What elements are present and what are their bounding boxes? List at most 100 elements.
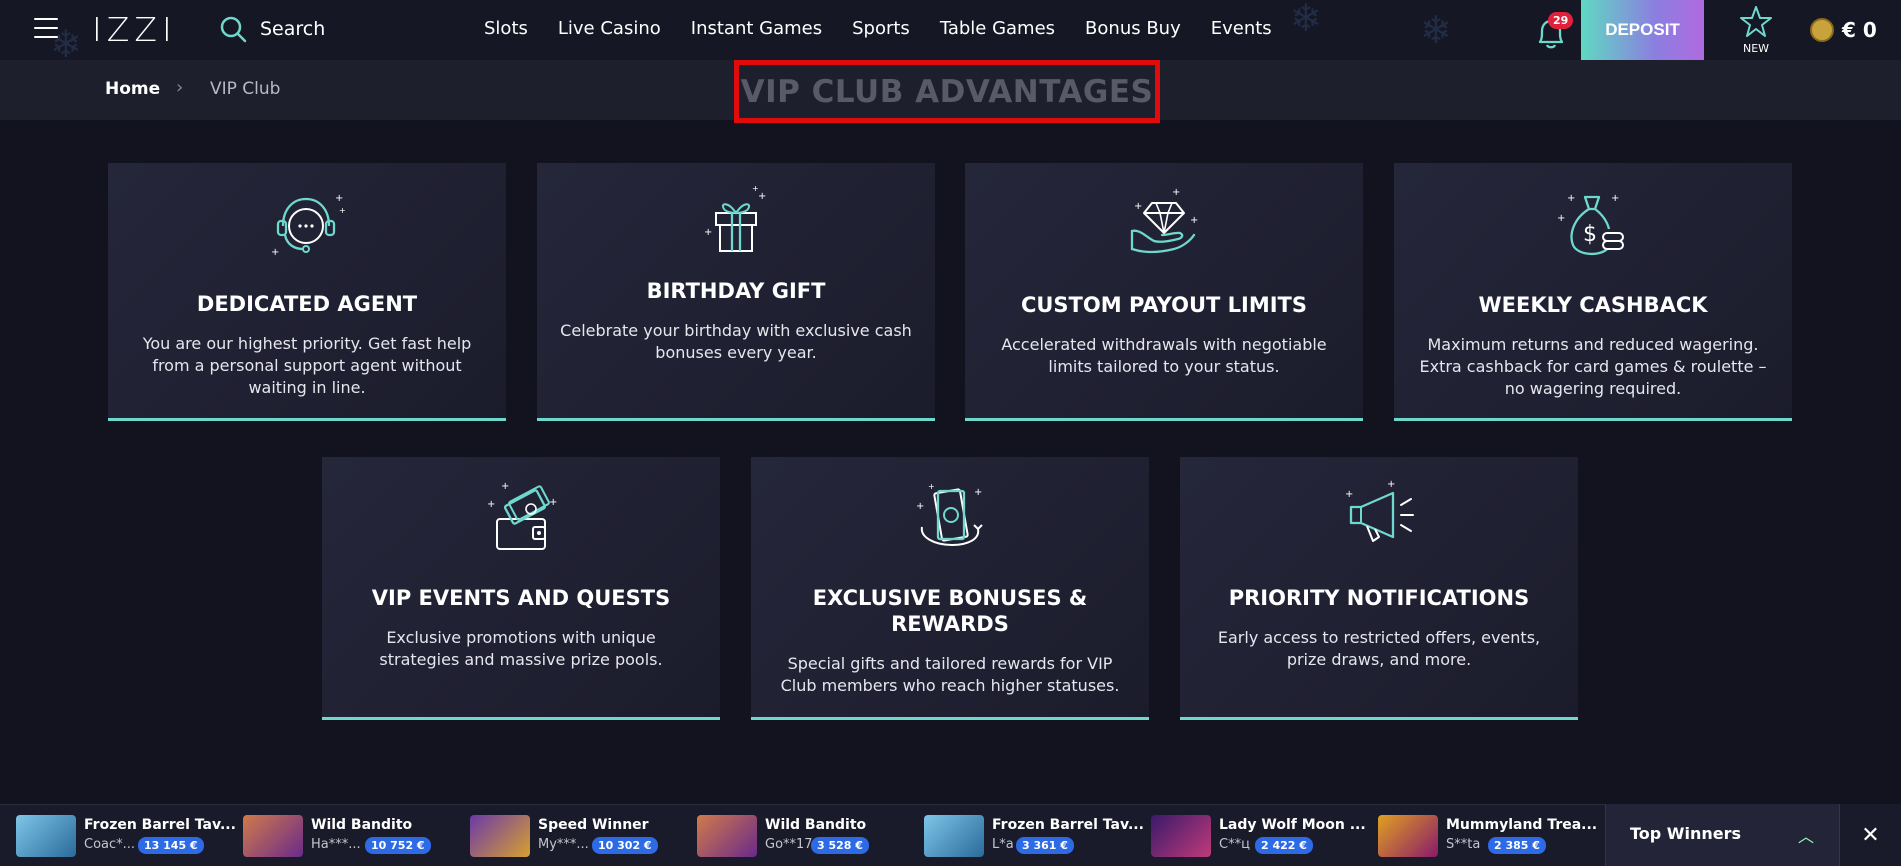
ticker-game: Wild Bandito — [765, 817, 867, 833]
snowflake-decoration: ❄ — [1420, 8, 1452, 52]
svg-text:+: + — [704, 227, 712, 238]
ticker-game: Mummyland Trea... — [1446, 817, 1598, 833]
breadcrumb-home[interactable]: Home — [105, 79, 160, 99]
diamond-hand-icon: + + + — [1130, 187, 1198, 254]
chevron-up-icon: ︿ — [1798, 827, 1815, 846]
ticker-amount: 3 361 € — [1016, 837, 1074, 854]
ticker-user: My***... — [538, 837, 589, 852]
megaphone-icon: + + — [1345, 479, 1414, 542]
ticker-game: Frozen Barrel Tav... — [992, 817, 1144, 833]
svg-text:+: + — [501, 481, 509, 492]
gift-icon: + + + — [704, 184, 766, 252]
search-button[interactable]: Search — [218, 14, 325, 44]
svg-text:+: + — [916, 501, 924, 512]
card-description: Exclusive promotions with unique strateg… — [379, 628, 663, 669]
card-description: Special gifts and tailored rewards for V… — [780, 654, 1120, 695]
ticker-game: Frozen Barrel Tav... — [84, 817, 236, 833]
ticker-amount: 10 752 € — [365, 837, 431, 854]
nav-instant-games[interactable]: Instant Games — [691, 18, 822, 39]
svg-text:+: + — [758, 191, 766, 202]
svg-text:+: + — [1134, 201, 1142, 212]
svg-text:+: + — [1172, 187, 1180, 198]
svg-text:+: + — [335, 193, 343, 204]
ticker-amount: 2 385 € — [1488, 837, 1546, 854]
main-nav: Slots Live Casino Instant Games Sports T… — [484, 18, 1302, 39]
game-thumbnail — [1378, 815, 1438, 857]
nav-bonus-buy[interactable]: Bonus Buy — [1085, 18, 1181, 39]
ticker-user: Coac*... — [84, 837, 136, 852]
search-label: Search — [260, 18, 326, 40]
site-logo[interactable]: IZZI — [92, 10, 177, 49]
svg-text:+: + — [271, 247, 279, 258]
advantage-card-birthday-gift: + + + BIRTHDAY GIFT Celebrate your birth… — [537, 163, 935, 421]
card-description: Celebrate your birthday with exclusive c… — [560, 321, 912, 362]
ticker-game: Wild Bandito — [311, 817, 413, 833]
ticker-amount: 13 145 € — [138, 837, 204, 854]
nav-events[interactable]: Events — [1211, 18, 1272, 39]
card-description: You are our highest priority. Get fast h… — [142, 334, 472, 397]
card-title: DEDICATED AGENT — [196, 292, 418, 316]
card-description: Accelerated withdrawals with negotiable … — [1001, 335, 1327, 376]
advantage-card-vip-events-and-quests: + + + VIP EVENTS AND QUESTS Exclusive pr… — [322, 457, 720, 720]
new-button[interactable]: NEW — [1736, 4, 1776, 55]
search-icon — [220, 16, 247, 43]
card-description: Maximum returns and reduced wagering. Ex… — [1419, 335, 1767, 398]
card-title: VIP EVENTS AND QUESTS — [371, 586, 671, 610]
game-thumbnail — [697, 815, 757, 857]
svg-text:+: + — [1611, 193, 1619, 204]
chevron-right-icon: › — [176, 77, 184, 98]
svg-text:+: + — [1345, 489, 1353, 500]
card-title: PRIORITY NOTIFICATIONS — [1228, 586, 1530, 610]
advantage-card-dedicated-agent: + + + DEDICATED AGENT You are our highes… — [108, 163, 506, 421]
svg-text:+: + — [1567, 193, 1575, 204]
svg-text:+: + — [752, 184, 759, 193]
top-winners-toggle[interactable]: Top Winners ︿ — [1605, 804, 1839, 866]
ticker-user: S**ta — [1446, 837, 1481, 852]
ticker-game: Speed Winner — [538, 817, 649, 833]
nav-live-casino[interactable]: Live Casino — [558, 18, 661, 39]
svg-text:+: + — [974, 487, 982, 498]
game-thumbnail — [470, 815, 530, 857]
game-thumbnail — [243, 815, 303, 857]
ticker-user: Ha***... — [311, 837, 361, 852]
svg-text:+: + — [339, 206, 346, 215]
game-thumbnail — [16, 815, 76, 857]
nav-table-games[interactable]: Table Games — [940, 18, 1055, 39]
wallet-icon: + + + — [487, 481, 557, 550]
notifications-button[interactable]: 29 — [1530, 12, 1574, 54]
game-thumbnail — [1151, 815, 1211, 857]
menu-icon[interactable] — [34, 18, 58, 40]
card-description: Early access to restricted offers, event… — [1217, 628, 1541, 669]
ticker-game: Lady Wolf Moon ... — [1219, 817, 1366, 833]
card-title: WEEKLY CASHBACK — [1478, 293, 1708, 317]
money-bag-icon: $ + + + — [1557, 193, 1624, 256]
page-title: VIP CLUB ADVANTAGES — [734, 60, 1160, 123]
balance-display[interactable]: € 0 — [1810, 18, 1877, 42]
advantage-card-priority-notifications: + + PRIORITY NOTIFICATIONS Early access … — [1180, 457, 1578, 720]
svg-text:+: + — [549, 497, 557, 508]
svg-text:$: $ — [1583, 222, 1597, 247]
ticker-amount: 3 528 € — [811, 837, 869, 854]
close-icon[interactable]: ✕ — [1839, 804, 1901, 866]
ticker-amount: 10 302 € — [592, 837, 658, 854]
ticker-amount: 2 422 € — [1255, 837, 1313, 854]
nav-slots[interactable]: Slots — [484, 18, 528, 39]
notification-badge: 29 — [1548, 12, 1574, 29]
card-title: BIRTHDAY GIFT — [646, 279, 826, 303]
advantage-card-exclusive-bonuses-and-rewards: + + + EXCLUSIVE BONUSES & REWARDS Specia… — [751, 457, 1149, 720]
card-title: EXCLUSIVE BONUSES & REWARDS — [812, 586, 1088, 636]
star-icon — [1740, 6, 1772, 37]
new-label: NEW — [1742, 42, 1770, 55]
ticker-user: L*a — [992, 837, 1014, 852]
svg-text:+: + — [1557, 213, 1565, 224]
deposit-button[interactable]: DEPOSIT — [1581, 0, 1704, 60]
coin-icon — [1810, 18, 1834, 42]
top-winners-label: Top Winners — [1630, 824, 1741, 843]
svg-text:+: + — [487, 499, 495, 510]
ticker-user: С**ц — [1219, 837, 1250, 852]
headset-icon: + + + — [271, 193, 346, 258]
cash-stack-icon: + + + — [916, 482, 983, 547]
nav-sports[interactable]: Sports — [852, 18, 910, 39]
advantage-card-weekly-cashback: $ + + + WEEKLY CASHBACK Maximum returns … — [1394, 163, 1792, 421]
svg-text:+: + — [928, 482, 935, 491]
